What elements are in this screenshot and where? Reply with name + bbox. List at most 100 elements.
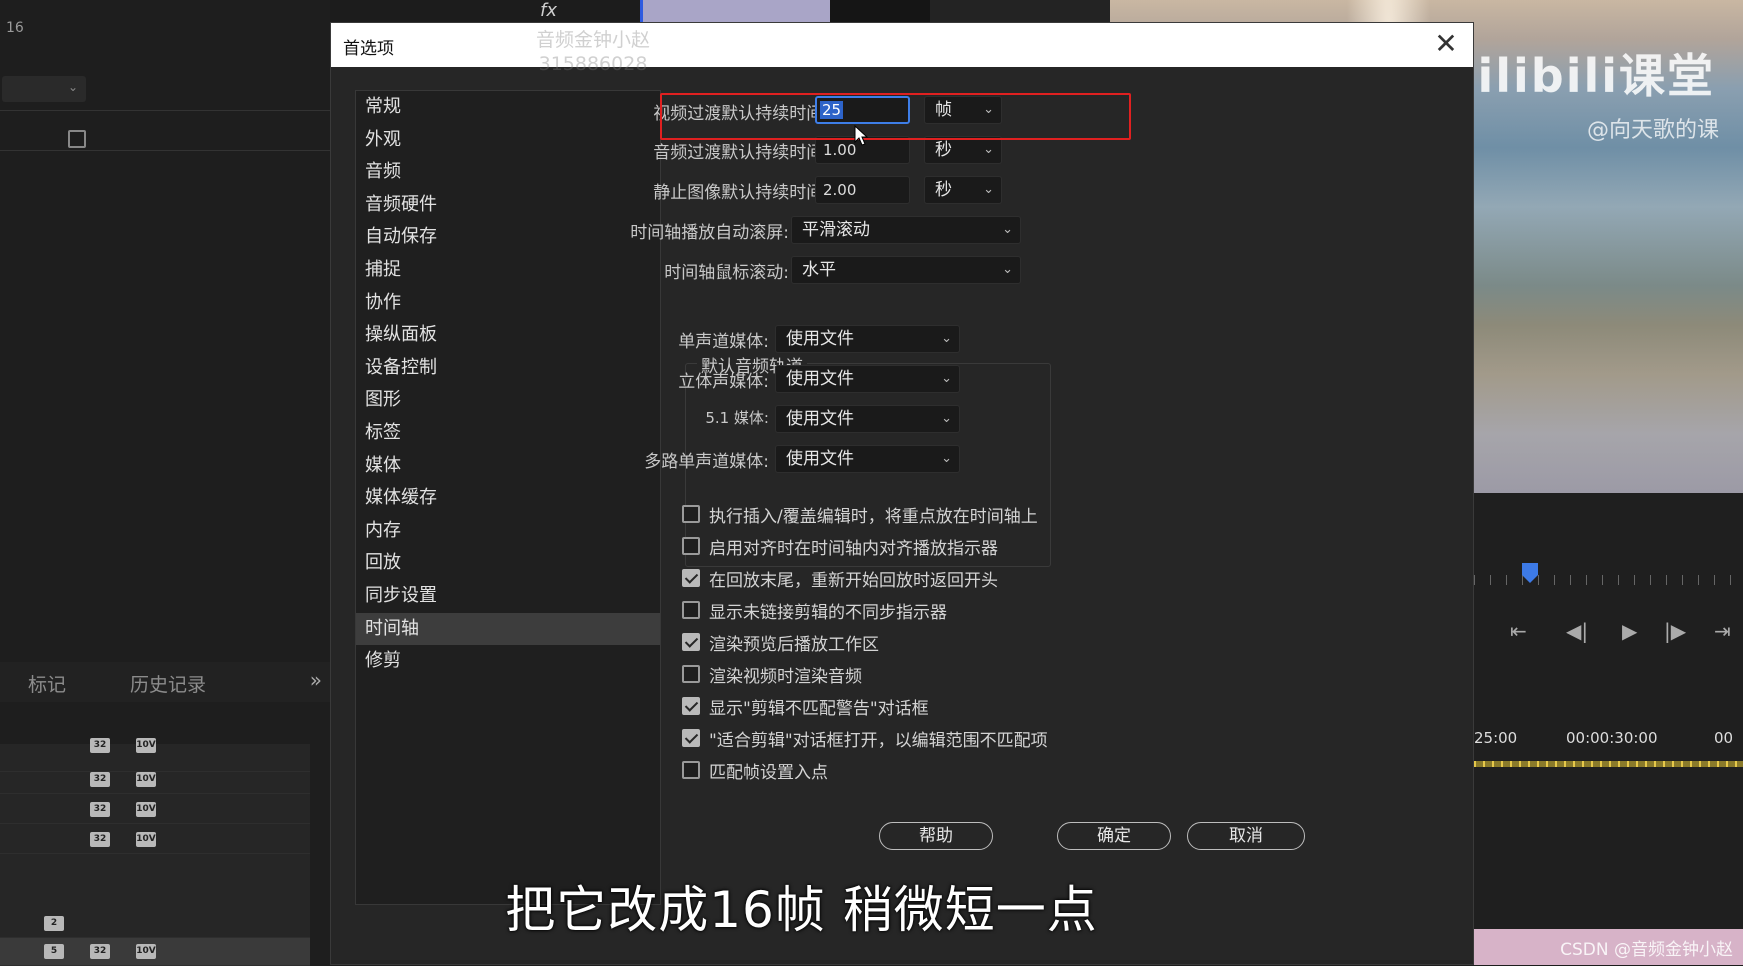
step-forward-icon[interactable]: |▶ (1664, 619, 1686, 643)
video-badge: 10V (136, 832, 156, 847)
audio-transition-label: 音频过渡默认持续时间: (653, 143, 829, 163)
strip-segment (830, 0, 930, 22)
divider (0, 110, 330, 111)
checkbox-box[interactable] (682, 729, 700, 747)
checkbox-box[interactable] (682, 665, 700, 683)
mousescroll-select[interactable]: 水平 ⌄ (791, 256, 1021, 284)
panel-menu-icon[interactable]: » (310, 668, 322, 692)
bit-depth-badge: 32 (90, 802, 110, 817)
help-button[interactable]: 帮助 (879, 822, 993, 850)
surround-select[interactable]: 使用文件 ⌄ (775, 405, 960, 433)
unit-value: 秒 (935, 140, 952, 160)
list-item[interactable]: 32 10V (0, 796, 310, 824)
list-item[interactable]: 32 10V (0, 766, 310, 794)
category-memory[interactable]: 内存 (356, 515, 660, 548)
checkbox-label: "适合剪辑"对话框打开，以编辑范围不匹配项 (709, 731, 1048, 751)
preferences-dialog: 首选项 ✕ 音频金钟小赵 315886028 常规 外观 音频 音频硬件 自动保… (330, 22, 1474, 965)
category-trim[interactable]: 修剪 (356, 645, 660, 678)
mousescroll-label: 时间轴鼠标滚动: (664, 263, 789, 283)
checkbox-label: 在回放末尾，重新开始回放时返回开头 (709, 571, 998, 591)
stereo-value: 使用文件 (786, 369, 854, 389)
project-list: 32 10V 32 10V 32 10V 32 10V 2 5 32 10V (0, 738, 310, 966)
category-collaboration[interactable]: 协作 (356, 287, 660, 320)
checkbox-label: 执行插入/覆盖编辑时，将重点放在时间轴上 (709, 507, 1038, 527)
stereo-label: 立体声媒体: (678, 372, 769, 392)
close-icon[interactable]: ✕ (1431, 27, 1461, 61)
mono-select[interactable]: 使用文件 ⌄ (775, 325, 960, 353)
dialog-titlebar: 首选项 ✕ 音频金钟小赵 315886028 (331, 23, 1473, 75)
stereo-select[interactable]: 使用文件 ⌄ (775, 365, 960, 393)
mono-value: 使用文件 (786, 329, 854, 349)
video-badge: 10V (136, 738, 156, 753)
bit-depth-badge: 32 (90, 944, 110, 959)
bilibili-logo: bilibili课堂 (1442, 49, 1715, 103)
watermark: 音频金钟小赵 315886028 (536, 28, 650, 76)
checkbox-box[interactable] (682, 761, 700, 779)
bit-depth-badge: 32 (90, 738, 110, 753)
bin-badge: 2 (44, 916, 64, 931)
timecode-label: 25:00 (1474, 729, 1518, 747)
list-item[interactable]: 32 10V (0, 826, 310, 854)
step-back-icon[interactable]: ◀| (1566, 619, 1588, 643)
tab-markers[interactable]: 标记 (28, 670, 66, 697)
list-item[interactable]: 5 32 10V (0, 938, 310, 966)
chevron-down-icon: ⌄ (941, 451, 952, 466)
divider (0, 150, 330, 151)
panel-number: 16 (6, 20, 24, 36)
chevron-down-icon: ⌄ (941, 411, 952, 426)
chevron-down-icon: ⌄ (983, 182, 994, 197)
cancel-button[interactable]: 取消 (1187, 822, 1305, 850)
chevron-down-icon: ⌄ (67, 80, 78, 94)
channel-handle: @向天歌的课 (1586, 118, 1719, 143)
checkbox-label: 渲染视频时渲染音频 (709, 667, 862, 687)
ok-button[interactable]: 确定 (1057, 822, 1171, 850)
checkbox-box[interactable] (682, 569, 700, 587)
play-icon[interactable]: ▶ (1622, 619, 1637, 643)
autoscroll-value: 平滑滚动 (802, 220, 870, 240)
still-image-unit-select[interactable]: 秒 ⌄ (924, 176, 1002, 204)
checkbox-box[interactable] (682, 633, 700, 651)
audio-transition-unit-select[interactable]: 秒 ⌄ (924, 136, 1002, 164)
left-panel-background: 16 ⌄ 标记 历史记录 » 32 10V 32 10V 32 10V 32 1… (0, 0, 330, 966)
checkbox-box[interactable] (682, 537, 700, 555)
watermark-line: 315886028 (538, 53, 648, 75)
checkbox-box[interactable] (682, 601, 700, 619)
monitor-ruler (1474, 575, 1743, 585)
clip-thumbnail (640, 0, 830, 22)
panel-tabs: 标记 历史记录 » (0, 662, 330, 702)
checkbox-box[interactable] (682, 505, 700, 523)
unit-value: 帧 (935, 100, 952, 120)
checkbox-box[interactable] (682, 697, 700, 715)
timecode-label: 00:00:30:00 (1566, 729, 1658, 747)
video-badge: 10V (136, 802, 156, 817)
video-badge: 10V (136, 944, 156, 959)
checkbox-label: 启用对齐时在时间轴内对齐播放指示器 (709, 539, 998, 559)
fx-icon: fx (540, 0, 557, 21)
mouse-cursor-icon (854, 125, 868, 146)
chevron-down-icon: ⌄ (1002, 262, 1013, 277)
tab-history[interactable]: 历史记录 (130, 670, 206, 697)
effect-controls-strip: fx (330, 0, 1110, 22)
category-sync-settings[interactable]: 同步设置 (356, 580, 660, 613)
checkbox-label: 显示"剪辑不匹配警告"对话框 (709, 699, 929, 719)
panel-dropdown[interactable]: ⌄ (2, 76, 86, 102)
still-image-input[interactable]: 2.00 (815, 176, 910, 204)
mousescroll-value: 水平 (802, 260, 836, 280)
go-to-in-icon[interactable]: ⇤ (1510, 619, 1527, 643)
chevron-down-icon: ⌄ (983, 142, 994, 157)
category-media-cache[interactable]: 媒体缓存 (356, 482, 660, 515)
go-to-out-icon[interactable]: ⇥ (1714, 619, 1731, 643)
panel-checkbox[interactable] (68, 130, 86, 148)
category-timeline[interactable]: 时间轴 (356, 612, 660, 646)
video-transition-unit-select[interactable]: 帧 ⌄ (924, 96, 1002, 124)
autoscroll-select[interactable]: 平滑滚动 ⌄ (791, 216, 1021, 244)
work-area-bar[interactable] (1474, 761, 1743, 767)
multimono-select[interactable]: 使用文件 ⌄ (775, 445, 960, 473)
list-item[interactable]: 2 (0, 910, 310, 938)
strip-segment (930, 0, 1110, 22)
video-transition-input[interactable]: 25 (815, 96, 910, 124)
video-transition-value: 25 (820, 101, 844, 119)
still-image-label: 静止图像默认持续时间: (653, 183, 829, 203)
category-playback[interactable]: 回放 (356, 547, 660, 580)
checkbox-label: 渲染预览后播放工作区 (709, 635, 879, 655)
